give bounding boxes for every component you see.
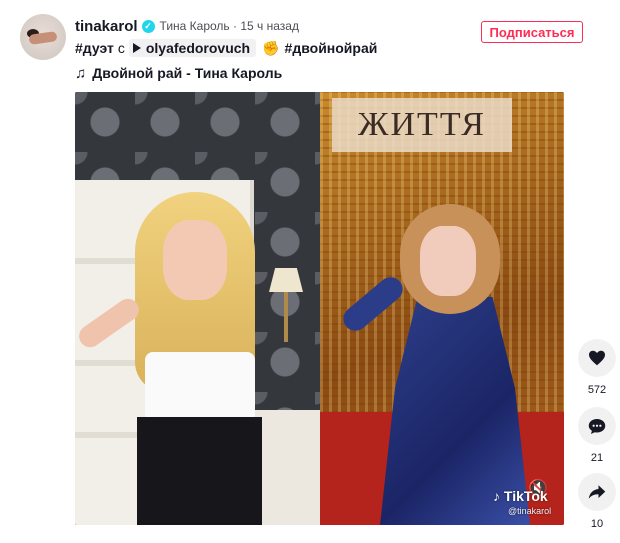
backdrop-sign: ЖИТТЯ [332,98,512,152]
video-left-pane [75,92,320,525]
share-icon[interactable] [578,473,616,511]
play-icon [132,43,141,53]
share-count: 10 [590,518,604,530]
verified-icon: ✓ [141,19,155,33]
music-title: Двойной рай - Тина Кароль [92,65,283,81]
follow-button[interactable]: Подписаться [481,21,583,43]
lamp [269,268,303,292]
video-right-pane: ЖИТТЯ [320,92,564,525]
comment-count: 21 [590,452,604,464]
like-action: 572 [578,339,616,396]
post-meta: Тина Кароль · 15 ч назад [159,19,299,33]
username[interactable]: tinakarol [75,18,138,35]
watermark-label: TikTok [503,488,548,504]
music-link[interactable]: ♫ Двойной рай - Тина Кароль [75,63,282,83]
comment-icon[interactable] [578,407,616,445]
hands-icon: ✊ [262,39,280,56]
heart-icon[interactable] [578,339,616,377]
watermark-user: @tinakarol [508,506,552,516]
caption: #дуэт с olyafedorovuch ✊ #двойнойрай [75,38,377,58]
caption-with: с [117,40,125,56]
hashtag-double-paradise[interactable]: #двойнойрай [285,40,378,56]
video-player[interactable]: ЖИТТЯ 🔇 ♪ TikTok @tinakarol [75,92,564,525]
like-count: 572 [587,384,607,396]
share-action: 10 [578,473,616,530]
mention-label: olyafedorovuch [145,40,251,56]
tiktok-logo-icon: ♪ TikTok [493,488,548,504]
music-note-icon: ♫ [75,64,87,82]
cabinet [253,410,320,525]
comment-action: 21 [578,407,616,464]
hashtag-duet[interactable]: #дуэт [75,40,114,56]
mention-chip[interactable]: olyafedorovuch [128,39,257,57]
post-header: tinakarol ✓ Тина Кароль · 15 ч назад [75,16,299,36]
avatar[interactable] [20,14,66,60]
